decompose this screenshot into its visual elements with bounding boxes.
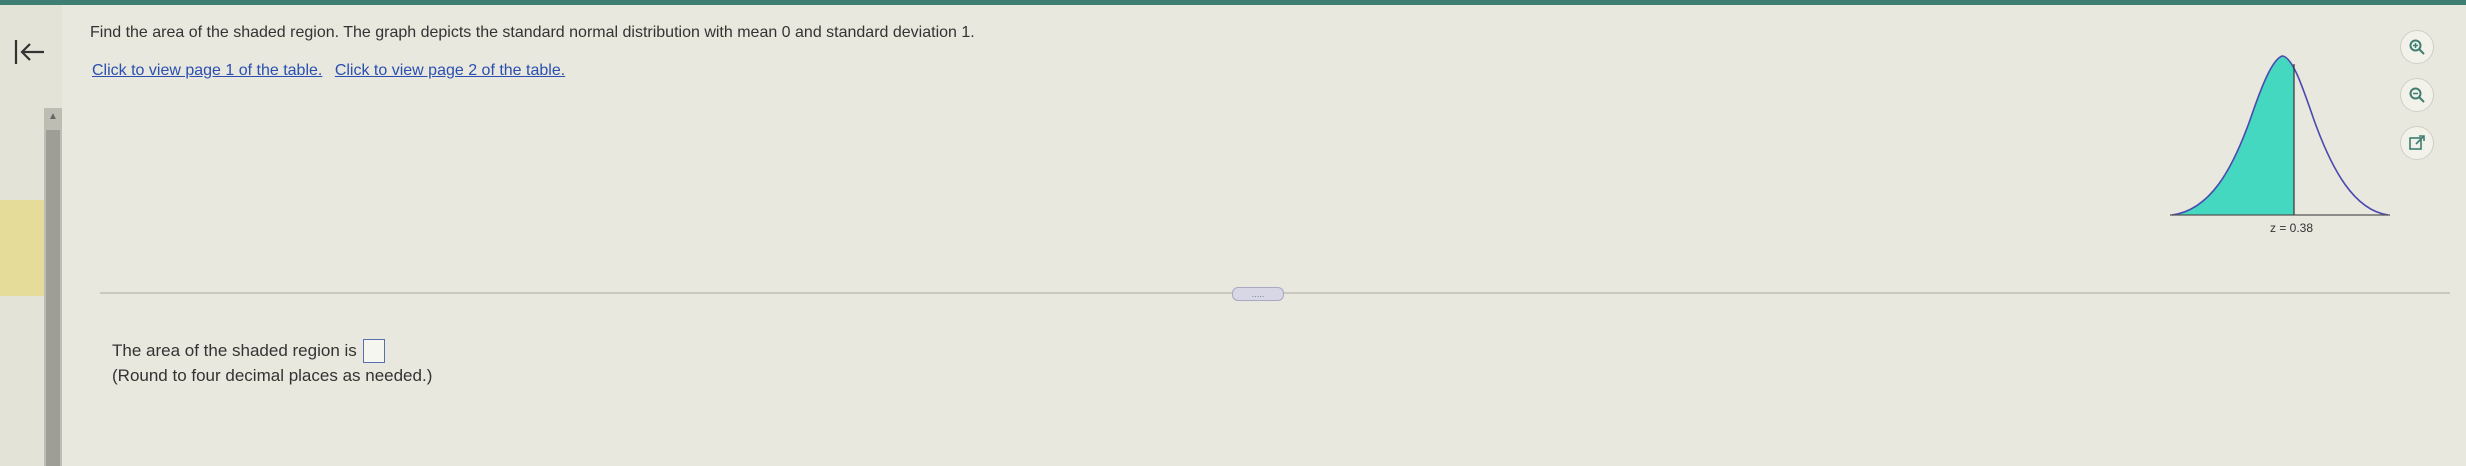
tool-buttons: [2400, 30, 2434, 174]
shaded-region: [2172, 56, 2294, 215]
scrollbar-thumb[interactable]: [46, 130, 60, 466]
zoom-out-icon: [2409, 87, 2425, 103]
open-external-button[interactable]: [2400, 126, 2434, 160]
question-text: Find the area of the shaded region. The …: [90, 24, 975, 41]
table-links: Click to view page 1 of the table. Click…: [92, 62, 573, 80]
z-value-label: z = 0.38: [2270, 221, 2313, 235]
answer-section: The area of the shaded region is (Round …: [112, 338, 432, 386]
zoom-in-icon: [2409, 39, 2425, 55]
table-page-1-link[interactable]: Click to view page 1 of the table.: [92, 62, 322, 79]
normal-distribution-graph: z = 0.38: [2170, 55, 2390, 235]
resize-handle[interactable]: .....: [1232, 287, 1284, 301]
zoom-in-button[interactable]: [2400, 30, 2434, 64]
external-link-icon: [2409, 135, 2425, 150]
rounding-note: (Round to four decimal places as needed.…: [112, 366, 433, 385]
answer-prompt: The area of the shaded region is: [112, 341, 357, 360]
scroll-up-icon[interactable]: ▲: [46, 110, 60, 124]
answer-line: The area of the shaded region is: [112, 338, 432, 364]
zoom-out-button[interactable]: [2400, 78, 2434, 112]
table-page-2-link[interactable]: Click to view page 2 of the table.: [335, 62, 565, 79]
back-arrow-icon[interactable]: [6, 30, 50, 74]
answer-input[interactable]: [362, 339, 385, 363]
